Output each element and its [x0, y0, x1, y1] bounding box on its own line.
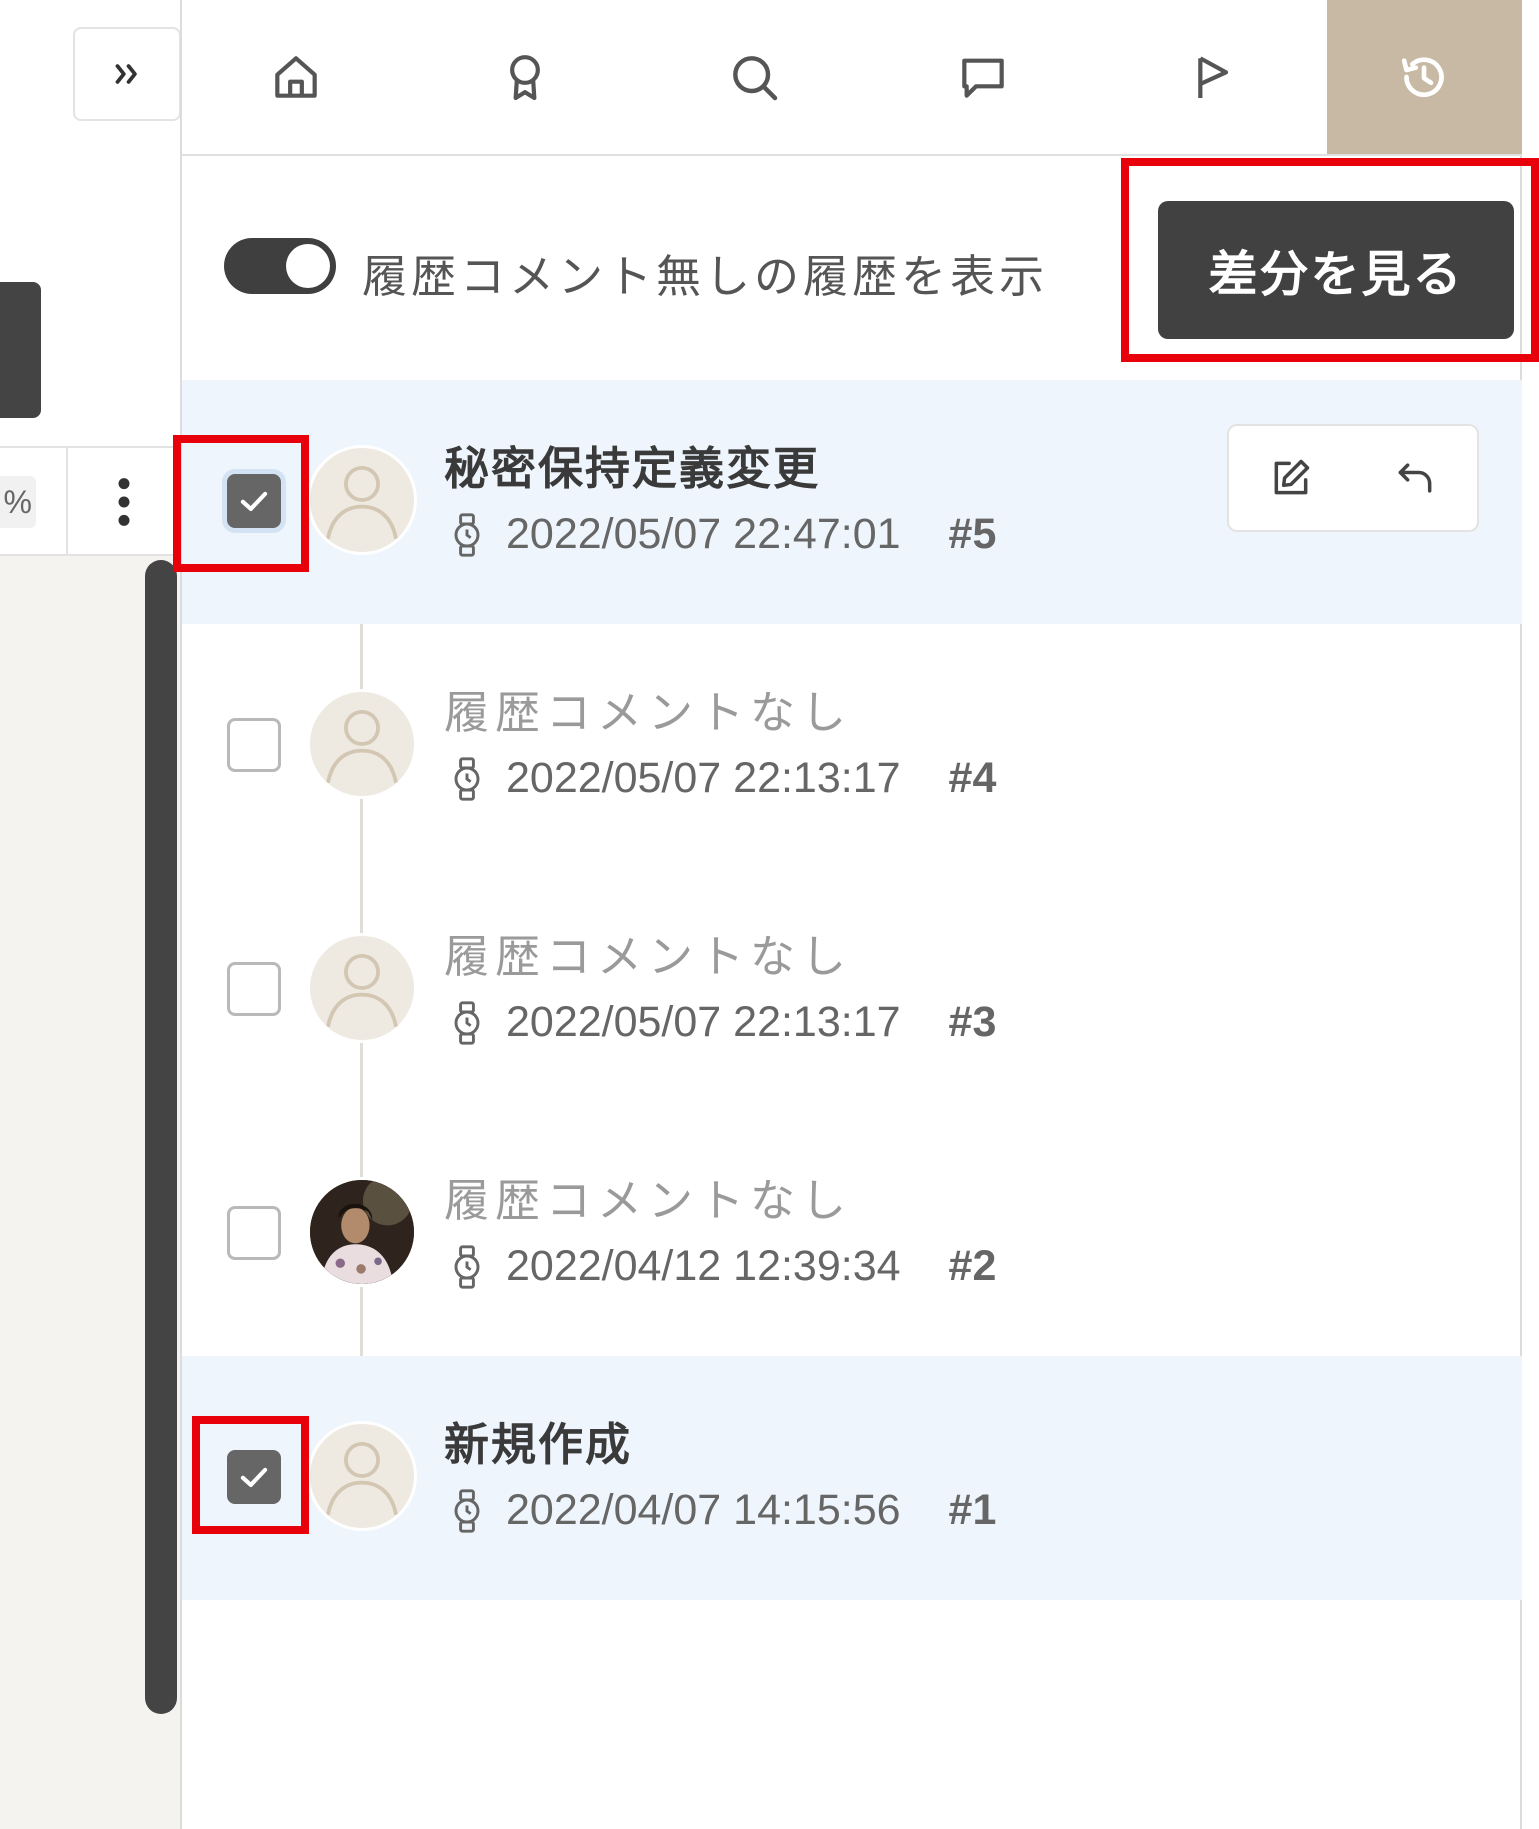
history-revision: #5 — [948, 510, 997, 558]
history-item[interactable]: 秘密保持定義変更 2022/05/07 22:47:01 #5 — [182, 380, 1522, 624]
history-timestamp: 2022/04/12 12:39:34 — [506, 1242, 901, 1290]
tab-flag[interactable] — [1098, 0, 1327, 154]
history-list: 秘密保持定義変更 2022/05/07 22:47:01 #5 履歴コメントなし… — [182, 380, 1522, 1600]
home-icon — [275, 56, 318, 98]
tab-search[interactable] — [640, 0, 869, 154]
avatar — [307, 1177, 417, 1287]
history-revision: #2 — [948, 1242, 997, 1290]
flag-icon — [1198, 56, 1229, 98]
avatar — [307, 933, 417, 1043]
history-revision: #3 — [948, 998, 997, 1046]
history-title: 履歴コメントなし — [444, 1174, 853, 1227]
restore-version-button[interactable] — [1385, 448, 1445, 508]
edit-icon — [1274, 459, 1310, 495]
annotation-highlight-diff-button — [1121, 158, 1539, 362]
history-timestamp: 2022/05/07 22:13:17 — [506, 998, 901, 1046]
user-placeholder-icon — [326, 1441, 398, 1516]
history-icon — [1402, 57, 1445, 98]
comment-icon — [962, 58, 1005, 98]
history-title: 履歴コメントなし — [444, 930, 853, 983]
history-checkbox[interactable] — [227, 718, 281, 772]
history-item[interactable]: 履歴コメントなし 2022/05/07 22:13:17 #4 — [182, 624, 1522, 868]
history-checkbox[interactable] — [227, 962, 281, 1016]
watch-icon — [454, 512, 480, 557]
edit-comment-button[interactable] — [1261, 448, 1321, 508]
show-uncommented-toggle[interactable] — [224, 238, 336, 294]
award-icon — [510, 55, 541, 101]
annotation-highlight-checkbox-5 — [173, 435, 309, 572]
user-photo-icon — [310, 1180, 414, 1284]
toolbar-divider — [66, 448, 68, 556]
history-item[interactable]: 履歴コメントなし 2022/04/12 12:39:34 #2 — [182, 1112, 1522, 1356]
annotation-highlight-checkbox-1 — [192, 1416, 309, 1534]
history-meta: 2022/04/07 14:15:56 #1 — [452, 1486, 996, 1535]
editor-side-strip: % — [0, 0, 181, 1829]
row-actions — [1227, 424, 1479, 532]
history-item[interactable]: 履歴コメントなし 2022/05/07 22:13:17 #3 — [182, 868, 1522, 1112]
double-chevron-right-icon — [115, 64, 137, 84]
history-meta: 2022/05/07 22:13:17 #4 — [452, 754, 996, 803]
history-title: 秘密保持定義変更 — [444, 442, 821, 495]
undo-arrow-icon — [1398, 463, 1432, 493]
zoom-percent: % — [0, 476, 36, 528]
history-item[interactable]: 新規作成 2022/04/07 14:15:56 #1 — [182, 1356, 1522, 1600]
editor-toolbar-row: % — [0, 446, 180, 556]
user-placeholder-icon — [326, 709, 398, 784]
history-title: 履歴コメントなし — [444, 686, 853, 739]
watch-icon — [454, 1488, 480, 1533]
watch-icon — [454, 1000, 480, 1045]
history-revision: #4 — [948, 754, 997, 802]
scrollbar-thumb[interactable] — [145, 560, 177, 1714]
history-checkbox[interactable] — [227, 1206, 281, 1260]
history-revision: #1 — [948, 1486, 997, 1534]
user-placeholder-icon — [326, 953, 398, 1028]
expand-panel-button[interactable] — [73, 27, 181, 121]
tab-comment[interactable] — [869, 0, 1098, 154]
history-timestamp: 2022/05/07 22:47:01 — [506, 510, 901, 558]
history-meta: 2022/05/07 22:47:01 #5 — [452, 510, 996, 559]
history-title: 新規作成 — [444, 1418, 633, 1471]
tab-history[interactable] — [1326, 0, 1522, 154]
history-timestamp: 2022/05/07 22:13:17 — [506, 754, 901, 802]
watch-icon — [454, 756, 480, 801]
history-timestamp: 2022/04/07 14:15:56 — [506, 1486, 901, 1534]
history-meta: 2022/04/12 12:39:34 #2 — [452, 1242, 996, 1291]
editor-dark-tab[interactable] — [0, 282, 41, 418]
panel-tab-bar — [182, 0, 1522, 156]
vertical-ellipsis-icon — [118, 478, 130, 526]
toggle-label: 履歴コメント無しの履歴を表示 — [362, 250, 1049, 303]
user-placeholder-icon — [326, 465, 398, 540]
search-icon — [733, 56, 778, 101]
toggle-knob — [286, 244, 330, 288]
history-meta: 2022/05/07 22:13:17 #3 — [452, 998, 996, 1047]
more-options-button[interactable] — [104, 474, 144, 530]
tab-home[interactable] — [182, 0, 411, 154]
tab-award[interactable] — [411, 0, 640, 154]
scrollbar-track[interactable] — [145, 1714, 177, 1829]
avatar — [307, 689, 417, 799]
watch-icon — [454, 1244, 480, 1289]
avatar — [307, 445, 417, 555]
avatar — [307, 1421, 417, 1531]
